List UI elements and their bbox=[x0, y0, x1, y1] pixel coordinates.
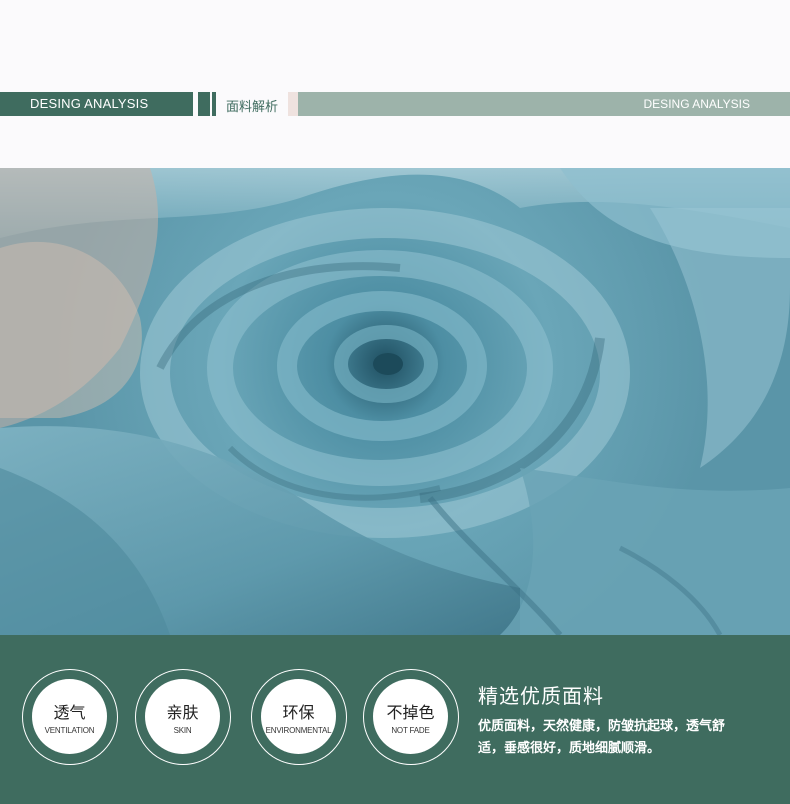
feature-title: 环保 bbox=[282, 703, 315, 722]
fabric-photo bbox=[0, 168, 790, 635]
feature-title: 亲肤 bbox=[166, 703, 199, 722]
feature-title: 不掉色 bbox=[386, 703, 435, 722]
banner-divider-bar-thin bbox=[212, 92, 216, 116]
badge-inner-circle: 不掉色 NOT FADE bbox=[373, 679, 448, 754]
banner-accent-bar bbox=[288, 92, 298, 116]
feature-subtitle: NOT FADE bbox=[391, 726, 430, 735]
summary-description: 优质面料，天然健康，防皱抗起球，透气舒适，垂感很好，质地细腻顺滑。 bbox=[478, 719, 726, 756]
summary-title: 精选优质面料 bbox=[478, 684, 604, 708]
banner-divider-bar bbox=[198, 92, 210, 116]
badge-inner-circle: 环保 ENVIRONMENTAL bbox=[261, 679, 336, 754]
banner-right-label: DESING ANALYSIS bbox=[643, 97, 750, 111]
banner-section-title: 面料解析 bbox=[226, 100, 279, 115]
badge-inner-circle: 透气 VENTILATION bbox=[32, 679, 107, 754]
environmental-badge: 环保 ENVIRONMENTAL bbox=[251, 669, 347, 765]
fabric-swirl-image bbox=[0, 168, 790, 635]
feature-subtitle: VENTILATION bbox=[44, 726, 95, 735]
banner-left-block: DESING ANALYSIS bbox=[0, 92, 193, 116]
ventilation-badge: 透气 VENTILATION bbox=[22, 669, 118, 765]
section-header-banner: DESING ANALYSIS 面料解析 DESING ANALYSIS bbox=[0, 92, 790, 116]
feature-title: 透气 bbox=[53, 703, 86, 722]
banner-right-block: DESING ANALYSIS bbox=[298, 92, 790, 116]
feature-panel: 透气 VENTILATION 亲肤 SKIN 环保 ENVIRONMENTAL … bbox=[0, 635, 790, 804]
feature-subtitle: SKIN bbox=[173, 726, 192, 735]
badge-inner-circle: 亲肤 SKIN bbox=[145, 679, 220, 754]
feature-subtitle: ENVIRONMENTAL bbox=[265, 726, 332, 735]
not-fade-badge: 不掉色 NOT FADE bbox=[363, 669, 459, 765]
banner-left-label: DESING ANALYSIS bbox=[30, 96, 149, 111]
skin-badge: 亲肤 SKIN bbox=[135, 669, 231, 765]
